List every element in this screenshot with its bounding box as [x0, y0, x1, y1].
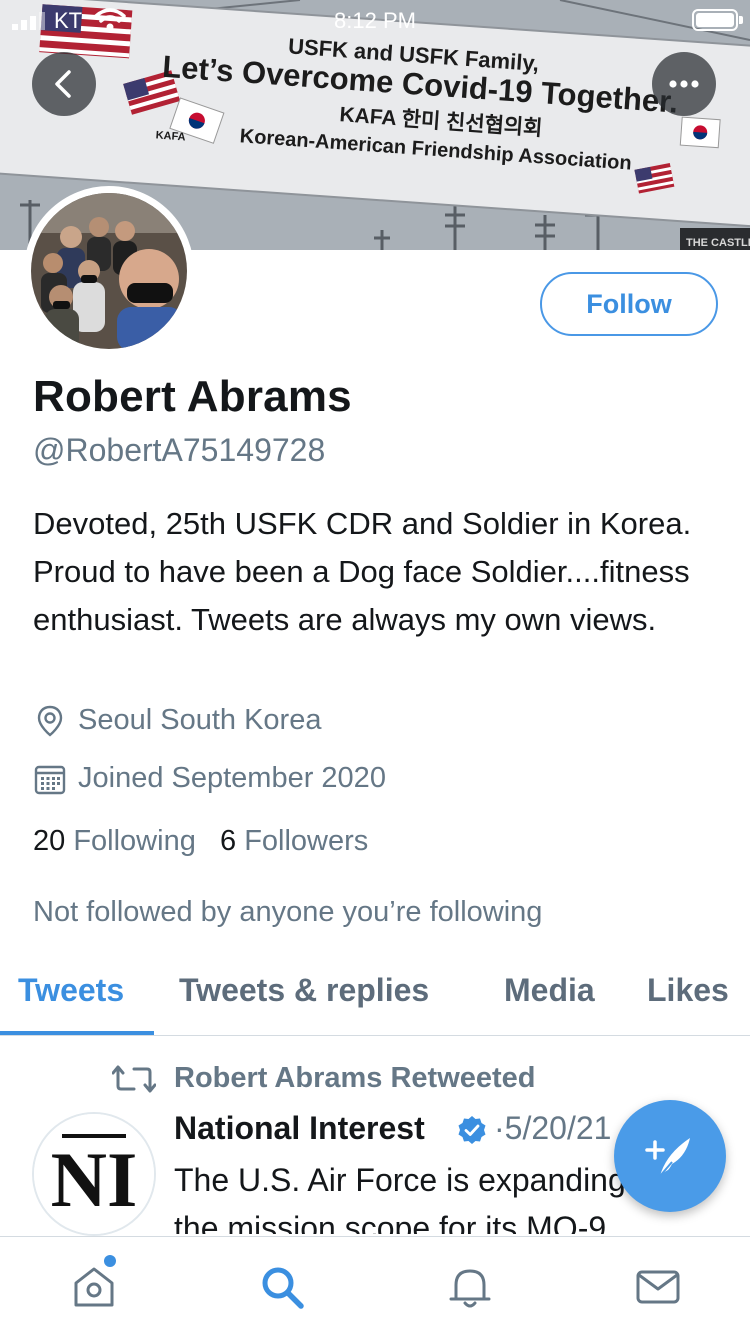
- home-icon[interactable]: [70, 1263, 118, 1311]
- tweet-author-name[interactable]: National Interest: [174, 1110, 425, 1147]
- ellipsis-icon: [669, 80, 699, 88]
- not-followed-notice: Not followed by anyone you’re following: [33, 896, 543, 928]
- profile-bio: Devoted, 25th USFK CDR and Soldier in Ko…: [33, 506, 692, 637]
- joined-text: Joined September 2020: [78, 762, 386, 794]
- chevron-left-icon: [55, 70, 71, 98]
- back-button[interactable]: [32, 52, 96, 116]
- tweet-author-avatar[interactable]: NI: [32, 1112, 156, 1236]
- retweet-icon: [112, 1065, 156, 1093]
- mail-icon[interactable]: [634, 1263, 682, 1311]
- bottom-tab-bar: [0, 1236, 750, 1334]
- avatar-photo: [31, 193, 187, 349]
- banner-logo-text: KAFA: [155, 129, 186, 143]
- map-pin-icon: [37, 705, 63, 737]
- tab-likes[interactable]: Likes: [647, 972, 729, 1009]
- follow-button[interactable]: Follow: [540, 272, 718, 336]
- bell-icon[interactable]: [446, 1263, 494, 1311]
- follow-counts: 20 Following 6 Followers: [33, 825, 368, 858]
- national-interest-logo: NI: [34, 1114, 154, 1234]
- verified-badge-icon: [458, 1116, 486, 1144]
- battery-icon: [692, 9, 743, 31]
- more-options-button[interactable]: [652, 52, 716, 116]
- compose-tweet-icon: [645, 1138, 690, 1177]
- status-time: 8:12 PM: [334, 8, 416, 33]
- location-text: Seoul South Korea: [78, 704, 322, 736]
- profile-tabs: Tweets Tweets & replies Media Likes: [0, 960, 750, 1036]
- followers-label: Followers: [244, 825, 369, 857]
- followers-link[interactable]: 6 Followers: [220, 825, 368, 857]
- profile-avatar[interactable]: [24, 186, 194, 356]
- logo-letters: NI: [51, 1136, 138, 1223]
- compose-tweet-button[interactable]: [614, 1100, 726, 1212]
- active-tab-indicator: [0, 1031, 154, 1035]
- tab-media[interactable]: Media: [504, 972, 595, 1009]
- retweet-label: Robert Abrams Retweeted: [174, 1062, 536, 1094]
- search-icon[interactable]: [258, 1263, 306, 1311]
- tab-tweets-and-replies[interactable]: Tweets & replies: [179, 972, 429, 1009]
- calendar-icon: [34, 765, 66, 795]
- tab-tweets[interactable]: Tweets: [18, 972, 124, 1009]
- profile-handle: @RobertA75149728: [33, 432, 326, 468]
- banner-corner-text: THE CASTLE: [686, 237, 750, 249]
- tweet-date[interactable]: ·5/20/21: [494, 1110, 611, 1147]
- status-bar: KT 8:12 PM: [0, 0, 750, 40]
- following-label: Following: [73, 825, 196, 857]
- home-unread-dot: [104, 1255, 116, 1267]
- followers-count: 6: [220, 825, 237, 857]
- following-count: 20: [33, 825, 66, 857]
- following-link[interactable]: 20 Following: [33, 825, 196, 857]
- profile-name: Robert Abrams: [33, 372, 352, 421]
